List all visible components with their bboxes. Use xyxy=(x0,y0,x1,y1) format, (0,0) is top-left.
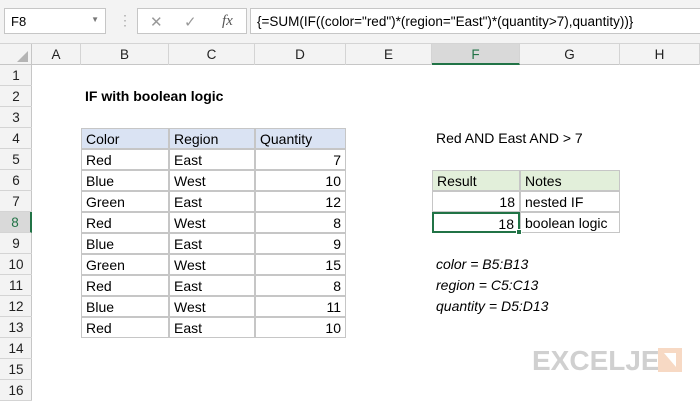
dropdown-arrow-icon[interactable]: ▼ xyxy=(91,15,99,24)
table-cell[interactable]: East xyxy=(169,275,255,296)
table-cell[interactable]: Green xyxy=(81,254,169,275)
cancel-icon[interactable]: ✕ xyxy=(150,13,163,31)
table-header-cell[interactable]: Region xyxy=(169,128,255,149)
row-header-7[interactable]: 7 xyxy=(0,191,32,212)
column-header-A[interactable]: A xyxy=(32,44,81,65)
row-header-3[interactable]: 3 xyxy=(0,107,32,128)
table-cell[interactable]: Blue xyxy=(81,296,169,317)
table-cell[interactable]: West xyxy=(169,212,255,233)
table-cell[interactable]: 8 xyxy=(255,212,346,233)
table-cell[interactable]: East xyxy=(169,191,255,212)
drag-handle-icon[interactable]: ⋮ xyxy=(118,12,132,29)
table-cell[interactable]: East xyxy=(169,233,255,254)
sheet-title[interactable]: IF with boolean logic xyxy=(81,86,281,107)
row-header-8[interactable]: 8 xyxy=(0,212,32,233)
column-header-F[interactable]: F xyxy=(432,44,520,65)
table-cell[interactable]: West xyxy=(169,296,255,317)
named-range-note[interactable]: region = C5:C13 xyxy=(432,275,632,296)
column-header-H[interactable]: H xyxy=(620,44,700,65)
row-headers: 1 2 3 4 5 6 7 8 9 10 11 12 13 14 15 16 xyxy=(0,65,32,401)
row-header-5[interactable]: 5 xyxy=(0,149,32,170)
fill-handle[interactable] xyxy=(516,229,522,235)
table-header-cell[interactable]: Color xyxy=(81,128,169,149)
result-cell[interactable]: 18 xyxy=(432,191,520,212)
row-header-11[interactable]: 11 xyxy=(0,275,32,296)
table-cell[interactable]: 11 xyxy=(255,296,346,317)
table-cell[interactable]: Red xyxy=(81,149,169,170)
row-header-15[interactable]: 15 xyxy=(0,359,32,380)
row-header-2[interactable]: 2 xyxy=(0,86,32,107)
table-cell[interactable]: 9 xyxy=(255,233,346,254)
column-header-D[interactable]: D xyxy=(255,44,346,65)
table-cell[interactable]: Red xyxy=(81,317,169,338)
column-header-C[interactable]: C xyxy=(169,44,255,65)
notes-cell[interactable]: boolean logic xyxy=(520,212,620,233)
active-cell-F8[interactable]: 18 xyxy=(432,212,520,233)
row-header-4[interactable]: 4 xyxy=(0,128,32,149)
row-header-13[interactable]: 13 xyxy=(0,317,32,338)
table-cell[interactable]: 7 xyxy=(255,149,346,170)
column-header-G[interactable]: G xyxy=(520,44,620,65)
table-cell[interactable]: Blue xyxy=(81,170,169,191)
formula-bar-area: F8 ▼ ⋮ ✕ ✓ fx {=SUM(IF((color="red")*(reg… xyxy=(0,0,700,44)
row-header-12[interactable]: 12 xyxy=(0,296,32,317)
row-header-10[interactable]: 10 xyxy=(0,254,32,275)
select-all-button[interactable] xyxy=(0,44,32,65)
results-header-cell[interactable]: Notes xyxy=(520,170,620,191)
row-header-9[interactable]: 9 xyxy=(0,233,32,254)
exceljet-logo: EXCELJET xyxy=(532,345,677,376)
exceljet-logo-icon xyxy=(658,348,682,372)
notes-cell[interactable]: nested IF xyxy=(520,191,620,212)
formula-buttons: ✕ ✓ fx xyxy=(137,8,247,34)
table-header-cell[interactable]: Quantity xyxy=(255,128,346,149)
row-header-1[interactable]: 1 xyxy=(0,65,32,86)
named-range-note[interactable]: color = B5:B13 xyxy=(432,254,632,275)
row-header-16[interactable]: 16 xyxy=(0,380,32,401)
table-cell[interactable]: East xyxy=(169,149,255,170)
table-cell[interactable]: Red xyxy=(81,275,169,296)
table-cell[interactable]: 15 xyxy=(255,254,346,275)
table-cell[interactable]: 10 xyxy=(255,170,346,191)
row-header-6[interactable]: 6 xyxy=(0,170,32,191)
table-cell[interactable]: Blue xyxy=(81,233,169,254)
named-range-note[interactable]: quantity = D5:D13 xyxy=(432,296,632,317)
table-cell[interactable]: East xyxy=(169,317,255,338)
table-cell[interactable]: Red xyxy=(81,212,169,233)
enter-icon[interactable]: ✓ xyxy=(184,13,197,31)
table-cell[interactable]: 10 xyxy=(255,317,346,338)
table-cell[interactable]: West xyxy=(169,170,255,191)
table-cell[interactable]: 12 xyxy=(255,191,346,212)
table-cell[interactable]: Green xyxy=(81,191,169,212)
column-header-B[interactable]: B xyxy=(81,44,169,65)
formula-input[interactable]: {=SUM(IF((color="red")*(region="East")*(… xyxy=(250,8,700,34)
row-header-14[interactable]: 14 xyxy=(0,338,32,359)
column-headers: ABCDEFGH xyxy=(0,44,700,65)
table-cell[interactable]: 8 xyxy=(255,275,346,296)
insert-function-icon[interactable]: fx xyxy=(222,13,233,30)
criteria-label[interactable]: Red AND East AND > 7 xyxy=(432,128,632,149)
column-header-E[interactable]: E xyxy=(346,44,432,65)
name-box-value: F8 xyxy=(11,14,27,29)
name-box[interactable]: F8 ▼ xyxy=(4,8,106,34)
table-cell[interactable]: West xyxy=(169,254,255,275)
results-header-cell[interactable]: Result xyxy=(432,170,520,191)
